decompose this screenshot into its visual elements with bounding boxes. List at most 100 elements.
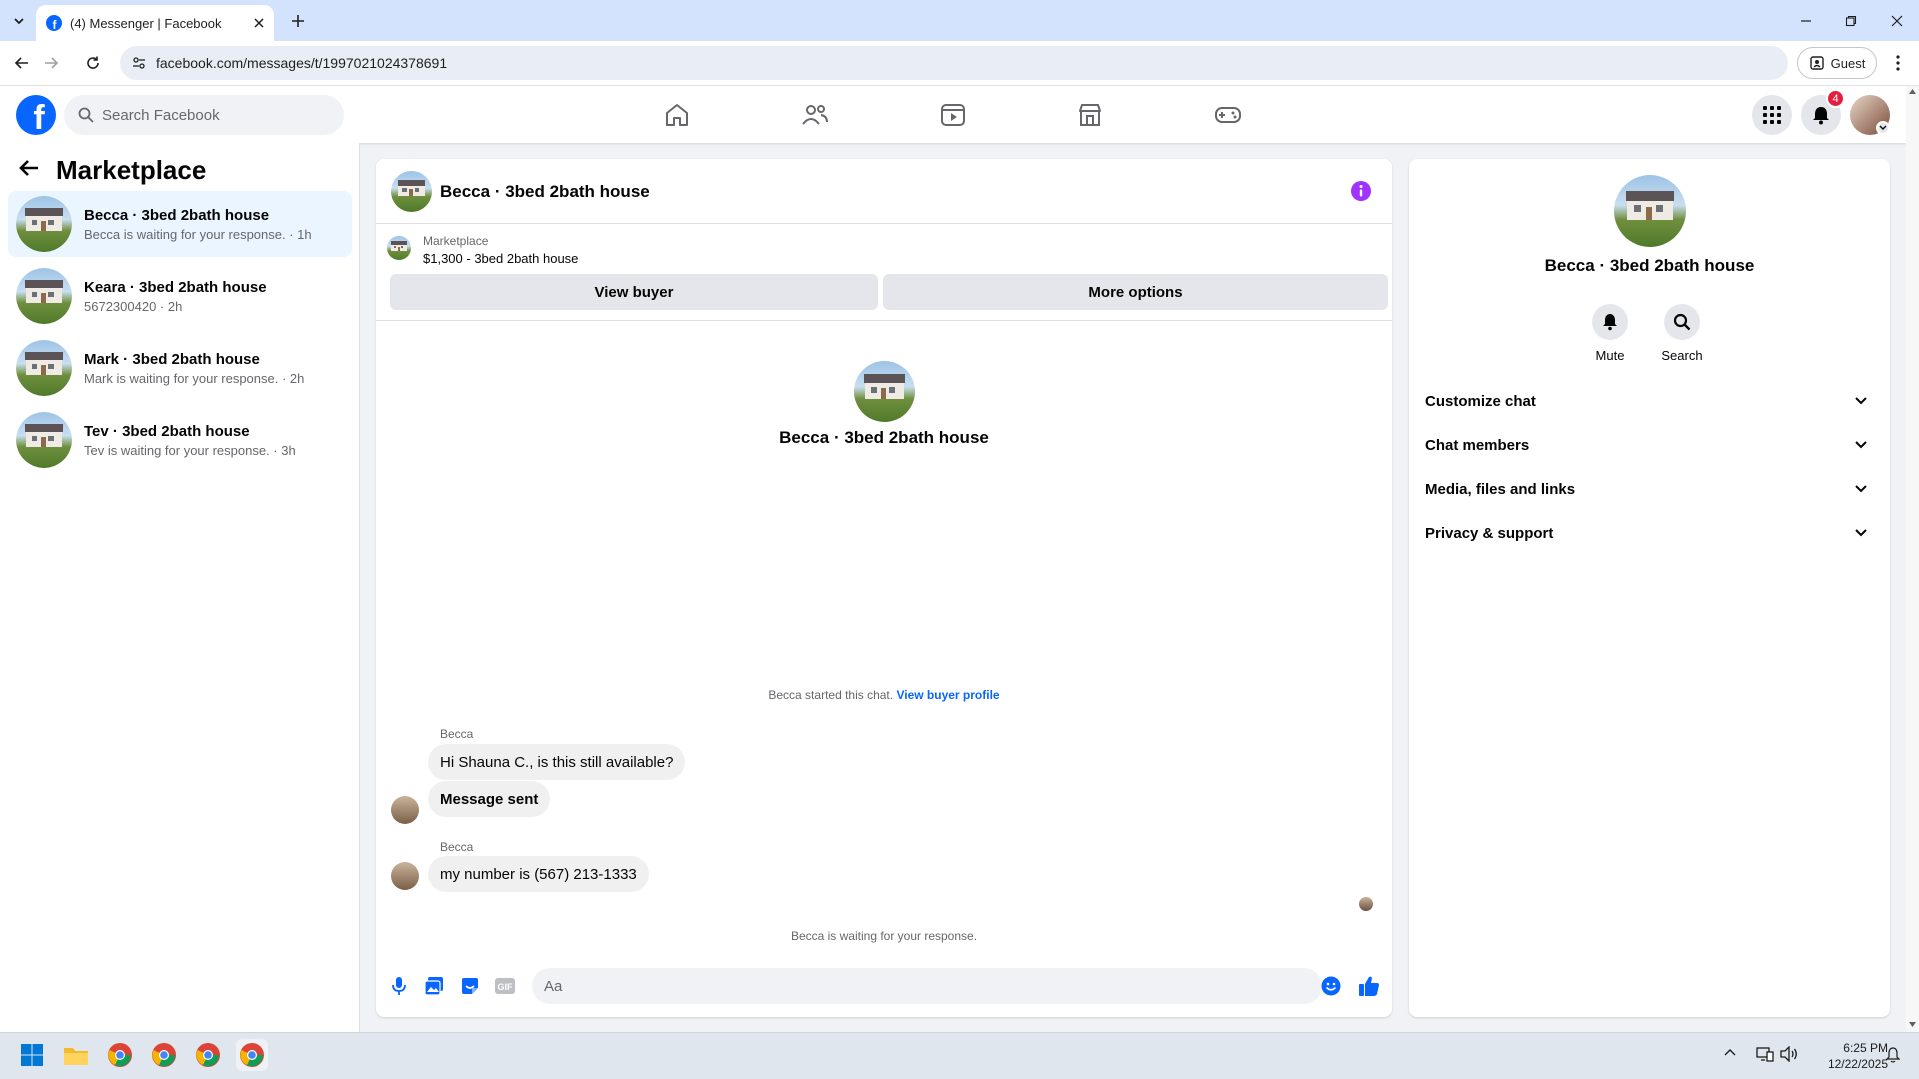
conversation-preview: Mark is waiting for your response. · 2h	[84, 370, 305, 386]
microphone-icon[interactable]	[388, 975, 410, 997]
conversation-item[interactable]: Mark · 3bed 2bath house Mark is waiting …	[8, 335, 352, 401]
guest-profile-icon	[1809, 55, 1825, 71]
reload-icon[interactable]	[78, 48, 108, 78]
chat-members-section[interactable]: Chat members	[1425, 427, 1875, 463]
message-bubble[interactable]: my number is (567) 213-1333	[428, 856, 649, 892]
guest-label: Guest	[1830, 55, 1866, 71]
file-explorer-icon[interactable]	[60, 1039, 92, 1071]
bell-icon	[1592, 304, 1628, 340]
photo-icon[interactable]	[423, 975, 445, 997]
tab-close-icon[interactable]	[254, 18, 264, 28]
restore-icon[interactable]	[1836, 6, 1866, 36]
conversation-item[interactable]: Keara · 3bed 2bath house 5672300420 · 2h	[8, 263, 352, 329]
address-bar[interactable]: facebook.com/messages/t/1997021024378691	[120, 46, 1788, 80]
marketplace-nav-icon[interactable]	[1035, 97, 1145, 133]
tray-chevron-up-icon[interactable]	[1724, 1047, 1736, 1059]
search-icon	[1664, 304, 1700, 340]
back-icon[interactable]	[7, 48, 37, 78]
site-settings-icon[interactable]	[132, 56, 146, 70]
tab-search-icon[interactable]	[4, 6, 34, 36]
profile-guest-button[interactable]: Guest	[1797, 47, 1877, 79]
view-buyer-button[interactable]: View buyer	[390, 274, 878, 310]
friends-nav-icon[interactable]	[760, 97, 870, 133]
privacy-support-section[interactable]: Privacy & support	[1425, 515, 1875, 551]
os-taskbar	[0, 1032, 1919, 1079]
url-text: facebook.com/messages/t/1997021024378691	[156, 55, 448, 71]
message-bubble[interactable]: Message sent	[428, 781, 551, 817]
waiting-status: Becca is waiting for your response.	[790, 929, 978, 943]
sticker-icon[interactable]	[459, 975, 481, 997]
volume-icon[interactable]	[1780, 1046, 1798, 1062]
apps-menu-icon[interactable]	[1752, 95, 1792, 135]
listing-thumbnail	[387, 236, 411, 260]
clock-date: 12/22/2025	[1827, 1057, 1888, 1071]
new-tab-icon[interactable]	[283, 6, 313, 36]
media-files-links-section[interactable]: Media, files and links	[1425, 471, 1875, 507]
chrome-active-icon[interactable]	[236, 1039, 268, 1071]
marketplace-context-label: Marketplace	[423, 234, 489, 248]
message-input[interactable]: Aa	[532, 968, 1322, 1004]
emoji-icon[interactable]	[1320, 975, 1342, 997]
browser-menu-icon[interactable]	[1883, 48, 1913, 78]
clock-time: 6:25 PM	[1843, 1041, 1888, 1055]
facebook-search-input[interactable]: Search Facebook	[64, 95, 344, 135]
close-window-icon[interactable]	[1882, 6, 1912, 36]
message-sender: Becca	[440, 840, 474, 854]
system-clock[interactable]: 6:25 PM 12/22/2025	[1818, 1040, 1888, 1072]
chevron-down-icon	[1855, 397, 1867, 405]
gif-icon[interactable]: GIF	[494, 975, 516, 997]
facebook-favicon-icon: f	[46, 15, 62, 31]
chrome-profile-icon[interactable]	[192, 1039, 224, 1071]
forward-icon[interactable]	[36, 48, 66, 78]
network-icon[interactable]	[1756, 1046, 1774, 1062]
chevron-down-icon	[1855, 529, 1867, 537]
mute-label: Mute	[1595, 348, 1625, 363]
more-options-button[interactable]: More options	[883, 274, 1388, 310]
conversation-preview: Becca is waiting for your response. · 1h	[84, 226, 312, 242]
home-nav-icon[interactable]	[622, 97, 732, 133]
chat-header-avatar[interactable]	[391, 171, 432, 212]
message-sender: Becca	[440, 727, 474, 741]
conversation-name: Keara · 3bed 2bath house	[84, 278, 267, 296]
chat-profile-avatar[interactable]	[854, 361, 915, 422]
details-avatar[interactable]	[1614, 175, 1686, 247]
panel-title: Marketplace	[56, 155, 207, 185]
back-arrow-icon[interactable]	[18, 158, 40, 178]
sender-avatar[interactable]	[391, 862, 419, 890]
mute-button[interactable]: Mute	[1575, 304, 1645, 363]
browser-tab[interactable]: f (4) Messenger | Facebook	[36, 5, 274, 41]
conversation-name: Becca · 3bed 2bath house	[84, 206, 270, 224]
message-bubble[interactable]: Hi Shauna C., is this still available?	[428, 744, 686, 780]
windows-start-icon[interactable]	[16, 1039, 48, 1071]
listing-price-title[interactable]: $1,300 - 3bed 2bath house	[423, 251, 578, 266]
conversation-item[interactable]: Becca · 3bed 2bath house Becca is waitin…	[8, 191, 352, 257]
page-scrollbar[interactable]	[1906, 86, 1919, 1032]
chrome-profile-icon[interactable]	[148, 1039, 180, 1071]
chevron-down-icon	[1855, 485, 1867, 493]
listing-thumbnail	[16, 196, 72, 252]
conversation-item[interactable]: Tev · 3bed 2bath house Tev is waiting fo…	[8, 407, 352, 473]
divider	[376, 320, 1392, 321]
facebook-logo[interactable]: f	[16, 95, 56, 135]
customize-chat-section[interactable]: Customize chat	[1425, 383, 1875, 419]
like-thumbs-up-icon[interactable]	[1358, 975, 1380, 997]
chat-title[interactable]: Becca · 3bed 2bath house	[440, 182, 650, 202]
sender-avatar[interactable]	[391, 796, 419, 824]
conversation-info-icon[interactable]	[1350, 180, 1372, 202]
conversation-preview: 5672300420 · 2h	[84, 298, 183, 314]
chat-profile-name: Becca · 3bed 2bath house	[779, 428, 989, 447]
search-in-conversation-button[interactable]: Search	[1647, 304, 1717, 363]
view-buyer-profile-link[interactable]: View buyer profile	[896, 688, 999, 702]
tab-title: (4) Messenger | Facebook	[70, 15, 222, 31]
conversation-details-panel	[1409, 159, 1890, 1017]
account-chevron-icon[interactable]	[1876, 121, 1890, 135]
video-nav-icon[interactable]	[898, 97, 1008, 133]
notification-center-bell-icon[interactable]	[1886, 1047, 1900, 1063]
chevron-down-icon	[1855, 441, 1867, 449]
minimize-icon[interactable]	[1791, 6, 1821, 36]
listing-thumbnail	[16, 340, 72, 396]
chrome-profile-icon[interactable]	[104, 1039, 136, 1071]
section-label: Chat members	[1425, 436, 1530, 454]
section-label: Media, files and links	[1425, 480, 1576, 498]
gaming-nav-icon[interactable]	[1173, 97, 1283, 133]
